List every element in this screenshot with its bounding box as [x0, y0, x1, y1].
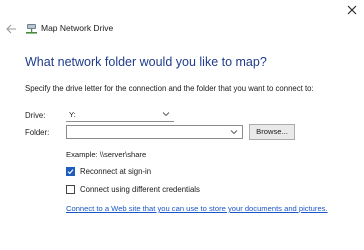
drive-select[interactable]: Y: [66, 108, 174, 122]
network-drive-icon [25, 22, 38, 34]
credentials-checkbox-row[interactable]: Connect using different credentials [66, 184, 200, 195]
window-title: Map Network Drive [41, 23, 114, 33]
close-button[interactable] [346, 3, 358, 15]
close-icon [347, 5, 357, 15]
example-text: Example: \\server\share [66, 150, 147, 159]
credentials-checkbox[interactable] [66, 185, 75, 194]
back-arrow-icon [6, 24, 16, 34]
reconnect-label: Reconnect at sign-in [80, 167, 152, 176]
drive-value: Y: [69, 110, 76, 119]
web-site-link[interactable]: Connect to a Web site that you can use t… [66, 204, 328, 213]
reconnect-checkbox-row[interactable]: Reconnect at sign-in [66, 166, 151, 177]
drive-label: Drive: [25, 111, 46, 120]
credentials-label: Connect using different credentials [80, 185, 200, 194]
page-heading: What network folder would you like to ma… [25, 55, 267, 69]
folder-label: Folder: [25, 128, 50, 137]
browse-button[interactable]: Browse... [249, 124, 295, 140]
back-button[interactable] [5, 22, 17, 34]
chevron-down-icon[interactable] [230, 129, 238, 135]
instruction-text: Specify the drive letter for the connect… [25, 84, 314, 93]
folder-input[interactable] [66, 125, 243, 139]
chevron-down-icon [162, 112, 170, 117]
reconnect-checkbox[interactable] [66, 167, 75, 176]
checkmark-icon [67, 169, 74, 175]
